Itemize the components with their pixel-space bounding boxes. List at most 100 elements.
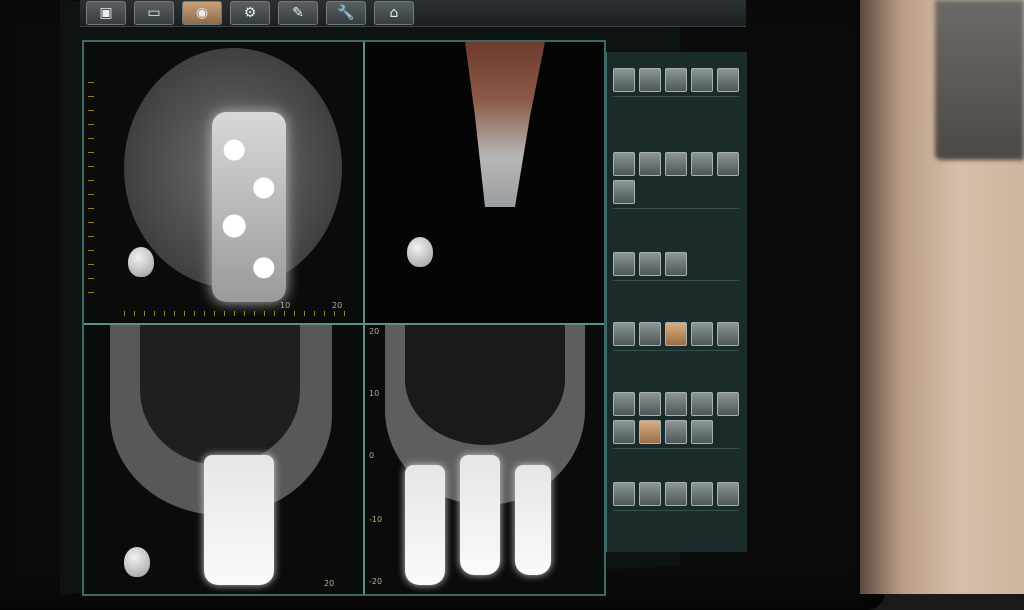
tools-panel-separator bbox=[613, 96, 739, 97]
volume-3d-view[interactable] bbox=[365, 42, 604, 322]
tools-panel-section-title bbox=[613, 58, 739, 68]
tools-panel-button[interactable] bbox=[717, 152, 739, 176]
tools-panel-button[interactable] bbox=[613, 152, 635, 176]
tools-panel-section-1 bbox=[613, 58, 739, 101]
tools-panel-separator bbox=[613, 350, 739, 351]
tools-panel-button[interactable] bbox=[665, 152, 687, 176]
edit-tool-button[interactable]: ✎ bbox=[278, 1, 318, 25]
axial-horizontal-ruler bbox=[124, 311, 354, 316]
sagittal-tick-10: 10 bbox=[369, 389, 380, 398]
axial-tick-20: 20 bbox=[332, 301, 343, 310]
tools-panel-button[interactable] bbox=[613, 252, 635, 276]
tools-panel-button[interactable] bbox=[691, 322, 713, 346]
tools-panel-section-2 bbox=[613, 142, 739, 213]
tools-panel-button[interactable] bbox=[613, 180, 635, 204]
tools-panel-button[interactable] bbox=[639, 392, 661, 416]
axial-tick-10: 10 bbox=[280, 301, 291, 310]
sagittal-tooth-1 bbox=[405, 465, 445, 585]
tools-panel-section-title bbox=[613, 242, 739, 252]
axial-view[interactable]: 10 20 bbox=[84, 42, 362, 322]
edit-icon: ✎ bbox=[292, 5, 304, 21]
tools-panel-section-6 bbox=[613, 472, 739, 515]
tools-tool-button[interactable]: ⚙ bbox=[230, 1, 270, 25]
tools-icon: ⚙ bbox=[243, 5, 257, 21]
tools-panel-button[interactable] bbox=[639, 68, 661, 92]
tools-panel-button[interactable] bbox=[691, 482, 713, 506]
sagittal-tick-20: 20 bbox=[369, 327, 380, 336]
home-tool-button[interactable]: ⌂ bbox=[374, 1, 414, 25]
tools-panel-section-title bbox=[613, 472, 739, 482]
tools-panel-section-4 bbox=[613, 312, 739, 355]
dental-icon: ◉ bbox=[195, 5, 209, 21]
axial-vertical-ruler bbox=[88, 82, 94, 302]
tools-panel-separator bbox=[613, 510, 739, 511]
tools-panel-section-3 bbox=[613, 242, 739, 285]
coronal-tick-20: 20 bbox=[324, 579, 335, 588]
tools-panel-button[interactable] bbox=[691, 420, 713, 444]
coronal-tooth bbox=[204, 455, 274, 585]
tools-panel-button[interactable] bbox=[691, 68, 713, 92]
image-tool-button[interactable]: ▣ bbox=[86, 1, 126, 25]
tools-panel-button-row bbox=[613, 322, 739, 346]
tools-panel-button[interactable] bbox=[639, 322, 661, 346]
viewport-grid: 10 20 20 20 10 0 -10 -20 bbox=[82, 40, 606, 596]
tools-panel-button[interactable] bbox=[665, 482, 687, 506]
coronal-orientation-skull bbox=[124, 547, 150, 577]
tools-panel-section-title bbox=[613, 312, 739, 322]
tools-panel-button[interactable] bbox=[613, 68, 635, 92]
tools-panel-button[interactable] bbox=[613, 482, 635, 506]
dental-tool-button[interactable]: ◉ bbox=[182, 1, 222, 25]
volume-orientation-skull bbox=[407, 237, 433, 267]
sagittal-tick-neg20: -20 bbox=[369, 577, 383, 586]
tools-panel-button[interactable] bbox=[665, 420, 687, 444]
tools-panel-button[interactable] bbox=[613, 322, 635, 346]
tools-panel-section-title bbox=[613, 142, 739, 152]
tools-panel-button[interactable] bbox=[665, 392, 687, 416]
tools-panel-button-row bbox=[613, 392, 739, 444]
tools-panel-section-title bbox=[613, 382, 739, 392]
open-tool-button[interactable]: ▭ bbox=[134, 1, 174, 25]
tools-panel-button[interactable] bbox=[717, 68, 739, 92]
tools-panel-button[interactable] bbox=[691, 152, 713, 176]
open-icon: ▭ bbox=[147, 5, 161, 21]
tools-panel-button[interactable] bbox=[639, 252, 661, 276]
tools-panel-button-row bbox=[613, 252, 739, 276]
sagittal-tooth-2 bbox=[460, 455, 500, 575]
axial-orientation-skull bbox=[128, 247, 154, 277]
volume-3d-bone bbox=[465, 42, 545, 207]
tools-panel-button-row bbox=[613, 482, 739, 506]
sagittal-view[interactable]: 20 10 0 -10 -20 bbox=[365, 325, 604, 594]
viewport-divider-vertical[interactable] bbox=[363, 42, 365, 594]
wrench-tool-button[interactable]: 🔧 bbox=[326, 1, 366, 25]
tools-panel-button[interactable] bbox=[665, 322, 687, 346]
tools-panel-separator bbox=[613, 448, 739, 449]
tools-panel-button[interactable] bbox=[717, 482, 739, 506]
tools-panel-section-5 bbox=[613, 382, 739, 453]
tools-panel bbox=[605, 52, 747, 552]
tools-panel-button[interactable] bbox=[665, 68, 687, 92]
sagittal-tick-neg10: -10 bbox=[369, 515, 383, 524]
tools-panel-button[interactable] bbox=[691, 392, 713, 416]
tools-panel-button[interactable] bbox=[717, 322, 739, 346]
viewport-divider-horizontal[interactable] bbox=[84, 323, 604, 325]
tools-panel-button[interactable] bbox=[639, 152, 661, 176]
tools-panel-button[interactable] bbox=[613, 420, 635, 444]
main-toolbar: ▣ ▭ ◉ ⚙ ✎ 🔧 ⌂ bbox=[80, 0, 746, 27]
tools-panel-button[interactable] bbox=[665, 252, 687, 276]
tools-panel-button[interactable] bbox=[639, 482, 661, 506]
home-icon: ⌂ bbox=[389, 5, 399, 21]
sagittal-tooth-3 bbox=[515, 465, 551, 575]
tools-panel-button-row bbox=[613, 68, 739, 92]
axial-teeth bbox=[212, 112, 286, 302]
tools-panel-separator bbox=[613, 280, 739, 281]
background-wall-plate bbox=[935, 0, 1024, 160]
tools-panel-button[interactable] bbox=[717, 392, 739, 416]
sagittal-tick-0: 0 bbox=[369, 451, 375, 460]
tools-panel-separator bbox=[613, 208, 739, 209]
wrench-icon: 🔧 bbox=[337, 5, 355, 21]
coronal-view[interactable]: 20 bbox=[84, 325, 362, 594]
tools-panel-button-row bbox=[613, 152, 739, 204]
tools-panel-button[interactable] bbox=[613, 392, 635, 416]
image-icon: ▣ bbox=[99, 5, 113, 21]
tools-panel-button[interactable] bbox=[639, 420, 661, 444]
